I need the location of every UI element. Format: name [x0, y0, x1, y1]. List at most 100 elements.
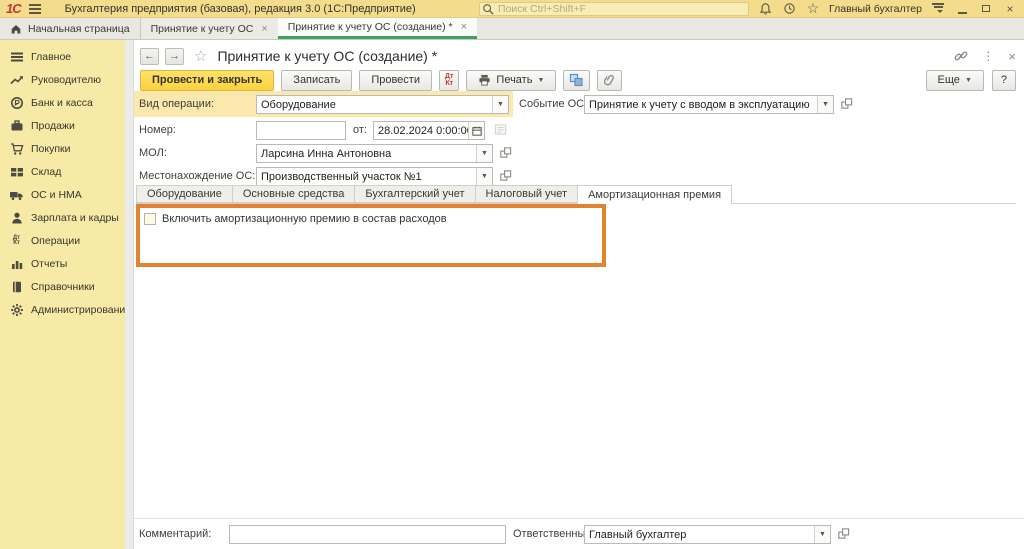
operation-kind-label: Вид операции:: [139, 98, 214, 110]
operation-kind-select[interactable]: Оборудование ▼: [256, 95, 509, 114]
tab-home-label: Начальная страница: [28, 23, 130, 35]
tab-home[interactable]: Начальная страница: [0, 18, 140, 39]
location-select[interactable]: Производственный участок №1 ▼: [256, 167, 493, 186]
sidebar-item-label: Покупки: [31, 143, 71, 155]
favorite-star-icon[interactable]: ☆: [194, 47, 207, 65]
row-mol: МОЛ: Ларсина Инна Антоновна ▼: [134, 144, 1024, 163]
chevron-down-icon[interactable]: ▼: [492, 96, 508, 113]
date-input[interactable]: 28.02.2024 0:00:00: [373, 121, 485, 140]
history-icon[interactable]: [781, 1, 797, 17]
cart-icon: [9, 142, 24, 156]
bank-icon: [9, 96, 24, 110]
favorites-star-icon[interactable]: ☆: [805, 1, 821, 17]
truck-icon: [9, 188, 24, 202]
sidebar-item-sales[interactable]: Продажи: [0, 114, 125, 137]
include-premium-label: Включить амортизационную премию в состав…: [162, 213, 447, 225]
sidebar-item-reports[interactable]: Отчеты: [0, 252, 125, 275]
tab-acceptance-create[interactable]: Принятие к учету ОС (создание) * ×: [278, 18, 477, 39]
sidebar-item-administration[interactable]: Администрирование: [0, 298, 125, 321]
sidebar-item-purchases[interactable]: Покупки: [0, 137, 125, 160]
maximize-icon[interactable]: [978, 1, 994, 17]
link-icon[interactable]: [954, 49, 968, 63]
tab-close-icon[interactable]: ×: [261, 23, 267, 35]
sidebar-item-warehouse[interactable]: Склад: [0, 160, 125, 183]
form-tab-strip: Оборудование Основные средства Бухгалтер…: [136, 185, 1016, 204]
sidebar-item-operations[interactable]: ДтКт Операции: [0, 229, 125, 252]
document-form: ← → ☆ Принятие к учету ОС (создание) * ⋮…: [133, 40, 1024, 549]
sidebar-item-label: Отчеты: [31, 258, 67, 270]
sidebar-item-label: Справочники: [31, 281, 95, 293]
current-user[interactable]: Главный бухгалтер: [829, 3, 922, 15]
calendar-icon[interactable]: [468, 122, 484, 139]
related-documents-button[interactable]: [563, 70, 590, 91]
bell-icon[interactable]: [757, 1, 773, 17]
os-event-label: Событие ОС:: [519, 98, 587, 110]
tab-close-icon[interactable]: ×: [461, 21, 467, 33]
minimize-icon[interactable]: [954, 1, 970, 17]
briefcase-icon: [9, 119, 24, 133]
sidebar-item-main[interactable]: Главное: [0, 45, 125, 68]
tab-accounting[interactable]: Бухгалтерский учет: [354, 185, 474, 203]
mol-label: МОЛ:: [139, 147, 167, 159]
dtkt-postings-button[interactable]: ДтКт: [439, 70, 459, 91]
tab-tax-accounting[interactable]: Налоговый учет: [475, 185, 578, 203]
tab-acceptance-list[interactable]: Принятие к учету ОС ×: [140, 18, 279, 39]
open-link-icon[interactable]: [499, 146, 512, 159]
sidebar-item-label: ОС и НМА: [31, 189, 82, 201]
tab-fixed-assets[interactable]: Основные средства: [232, 185, 355, 203]
row-operation-kind: Вид операции: Оборудование ▼ Событие ОС:…: [134, 95, 1024, 114]
back-button[interactable]: ←: [140, 48, 159, 65]
chevron-down-icon[interactable]: ▼: [476, 168, 492, 185]
top-bar: 1С Бухгалтерия предприятия (базовая), ре…: [0, 0, 1024, 18]
forward-button[interactable]: →: [165, 48, 184, 65]
tab-amortization-premium[interactable]: Амортизационная премия: [577, 185, 732, 204]
location-label: Местонахождение ОС:: [139, 170, 255, 182]
close-form-icon[interactable]: ×: [1008, 49, 1016, 64]
search-input[interactable]: [479, 2, 749, 16]
attachments-button[interactable]: [597, 70, 622, 91]
more-button[interactable]: Еще▼: [926, 70, 984, 91]
sidebar-item-bank[interactable]: Банк и касса: [0, 91, 125, 114]
1c-logo: 1С: [6, 1, 21, 16]
global-search: [479, 2, 749, 16]
post-button[interactable]: Провести: [359, 70, 432, 91]
close-window-icon[interactable]: ×: [1002, 1, 1018, 17]
chevron-down-icon[interactable]: ▼: [817, 96, 833, 113]
row-location: Местонахождение ОС: Производственный уча…: [134, 167, 1024, 186]
sidebar-item-manager[interactable]: Руководителю: [0, 68, 125, 91]
sidebar-item-salary-hr[interactable]: Зарплата и кадры: [0, 206, 125, 229]
barchart-icon: [9, 257, 24, 271]
tab-equipment[interactable]: Оборудование: [136, 185, 232, 203]
post-and-close-button[interactable]: Провести и закрыть: [140, 70, 274, 91]
sidebar-item-os-nma[interactable]: ОС и НМА: [0, 183, 125, 206]
open-link-icon[interactable]: [837, 527, 850, 540]
include-premium-checkbox[interactable]: [144, 213, 156, 225]
os-event-select[interactable]: Принятие к учету с вводом в эксплуатацию…: [584, 95, 834, 114]
form-header: ← → ☆ Принятие к учету ОС (создание) * ⋮…: [140, 45, 1016, 67]
printer-icon: [478, 74, 491, 86]
number-input[interactable]: [256, 121, 346, 140]
form-toolbar: Провести и закрыть Записать Провести ДтК…: [140, 69, 1016, 91]
comment-input[interactable]: [229, 525, 506, 544]
sidebar-item-label: Главное: [31, 51, 71, 63]
sidebar-item-label: Администрирование: [31, 304, 131, 316]
sidebar-item-directories[interactable]: Справочники: [0, 275, 125, 298]
open-link-icon[interactable]: [840, 97, 853, 110]
numbering-settings-icon: [494, 123, 507, 136]
responsible-select[interactable]: Главный бухгалтер ▼: [584, 525, 831, 544]
chevron-down-icon[interactable]: ▼: [476, 145, 492, 162]
help-button[interactable]: ?: [992, 70, 1016, 91]
write-button[interactable]: Записать: [281, 70, 352, 91]
open-link-icon[interactable]: [499, 169, 512, 182]
mol-select[interactable]: Ларсина Инна Антоновна ▼: [256, 144, 493, 163]
main-menu-icon[interactable]: [29, 2, 41, 16]
dots-vertical-icon[interactable]: ⋮: [982, 49, 994, 63]
comment-field[interactable]: [230, 529, 505, 541]
print-button[interactable]: Печать ▼: [466, 70, 556, 91]
amortization-premium-option[interactable]: Включить амортизационную премию в состав…: [140, 208, 602, 225]
book-icon: [9, 280, 24, 294]
chevron-down-icon[interactable]: ▼: [814, 526, 830, 543]
sidebar: Главное Руководителю Банк и касса Продаж…: [0, 40, 125, 549]
sidebar-item-label: Банк и касса: [31, 97, 93, 109]
service-menu-icon[interactable]: [930, 1, 946, 17]
